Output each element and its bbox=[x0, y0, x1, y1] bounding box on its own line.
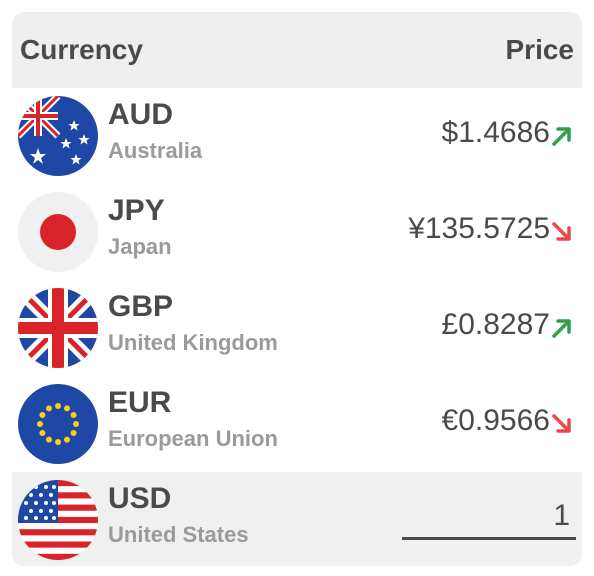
currency-column-header: Currency bbox=[20, 34, 143, 65]
price-value: $1.4686 bbox=[441, 116, 550, 149]
european-union-flag-icon bbox=[18, 384, 98, 464]
trend-down-icon bbox=[552, 414, 571, 433]
base-currency-row-usd: USD United States bbox=[12, 472, 582, 566]
price-value: ¥135.5725 bbox=[408, 212, 550, 245]
japan-flag-icon bbox=[18, 192, 98, 272]
price-value: €0.9566 bbox=[441, 404, 550, 437]
united-states-flag-icon bbox=[18, 480, 98, 560]
currency-code: EUR bbox=[108, 386, 172, 419]
currency-code: GBP bbox=[108, 290, 174, 323]
currency-code: USD bbox=[108, 482, 172, 515]
base-amount-input[interactable] bbox=[402, 494, 576, 540]
price-value: £0.8287 bbox=[441, 308, 550, 341]
price-column-header: Price bbox=[505, 34, 575, 65]
currency-row-eur[interactable]: EUR European Union €0.9566 bbox=[12, 376, 582, 472]
united-kingdom-flag-icon bbox=[18, 288, 98, 368]
table-header: Currency Price bbox=[12, 12, 582, 88]
trend-down-icon bbox=[552, 222, 571, 241]
country-name: United Kingdom bbox=[108, 330, 278, 355]
trend-up-icon bbox=[552, 319, 571, 338]
currency-row-jpy[interactable]: JPY Japan ¥135.5725 bbox=[12, 184, 582, 280]
currency-code: JPY bbox=[108, 194, 165, 227]
currency-row-aud[interactable]: AUD Australia $1.4686 bbox=[12, 88, 582, 184]
currency-row-gbp[interactable]: GBP United Kingdom £0.8287 bbox=[12, 280, 582, 376]
trend-up-icon bbox=[552, 127, 571, 146]
country-name: Australia bbox=[108, 138, 203, 163]
australia-flag-icon bbox=[18, 96, 98, 176]
country-name: United States bbox=[108, 522, 249, 547]
country-name: Japan bbox=[108, 234, 172, 259]
country-name: European Union bbox=[108, 426, 278, 451]
currency-code: AUD bbox=[108, 98, 173, 131]
currency-converter-panel: Currency Price AUD Australia $1.4686 JPY… bbox=[12, 12, 582, 566]
